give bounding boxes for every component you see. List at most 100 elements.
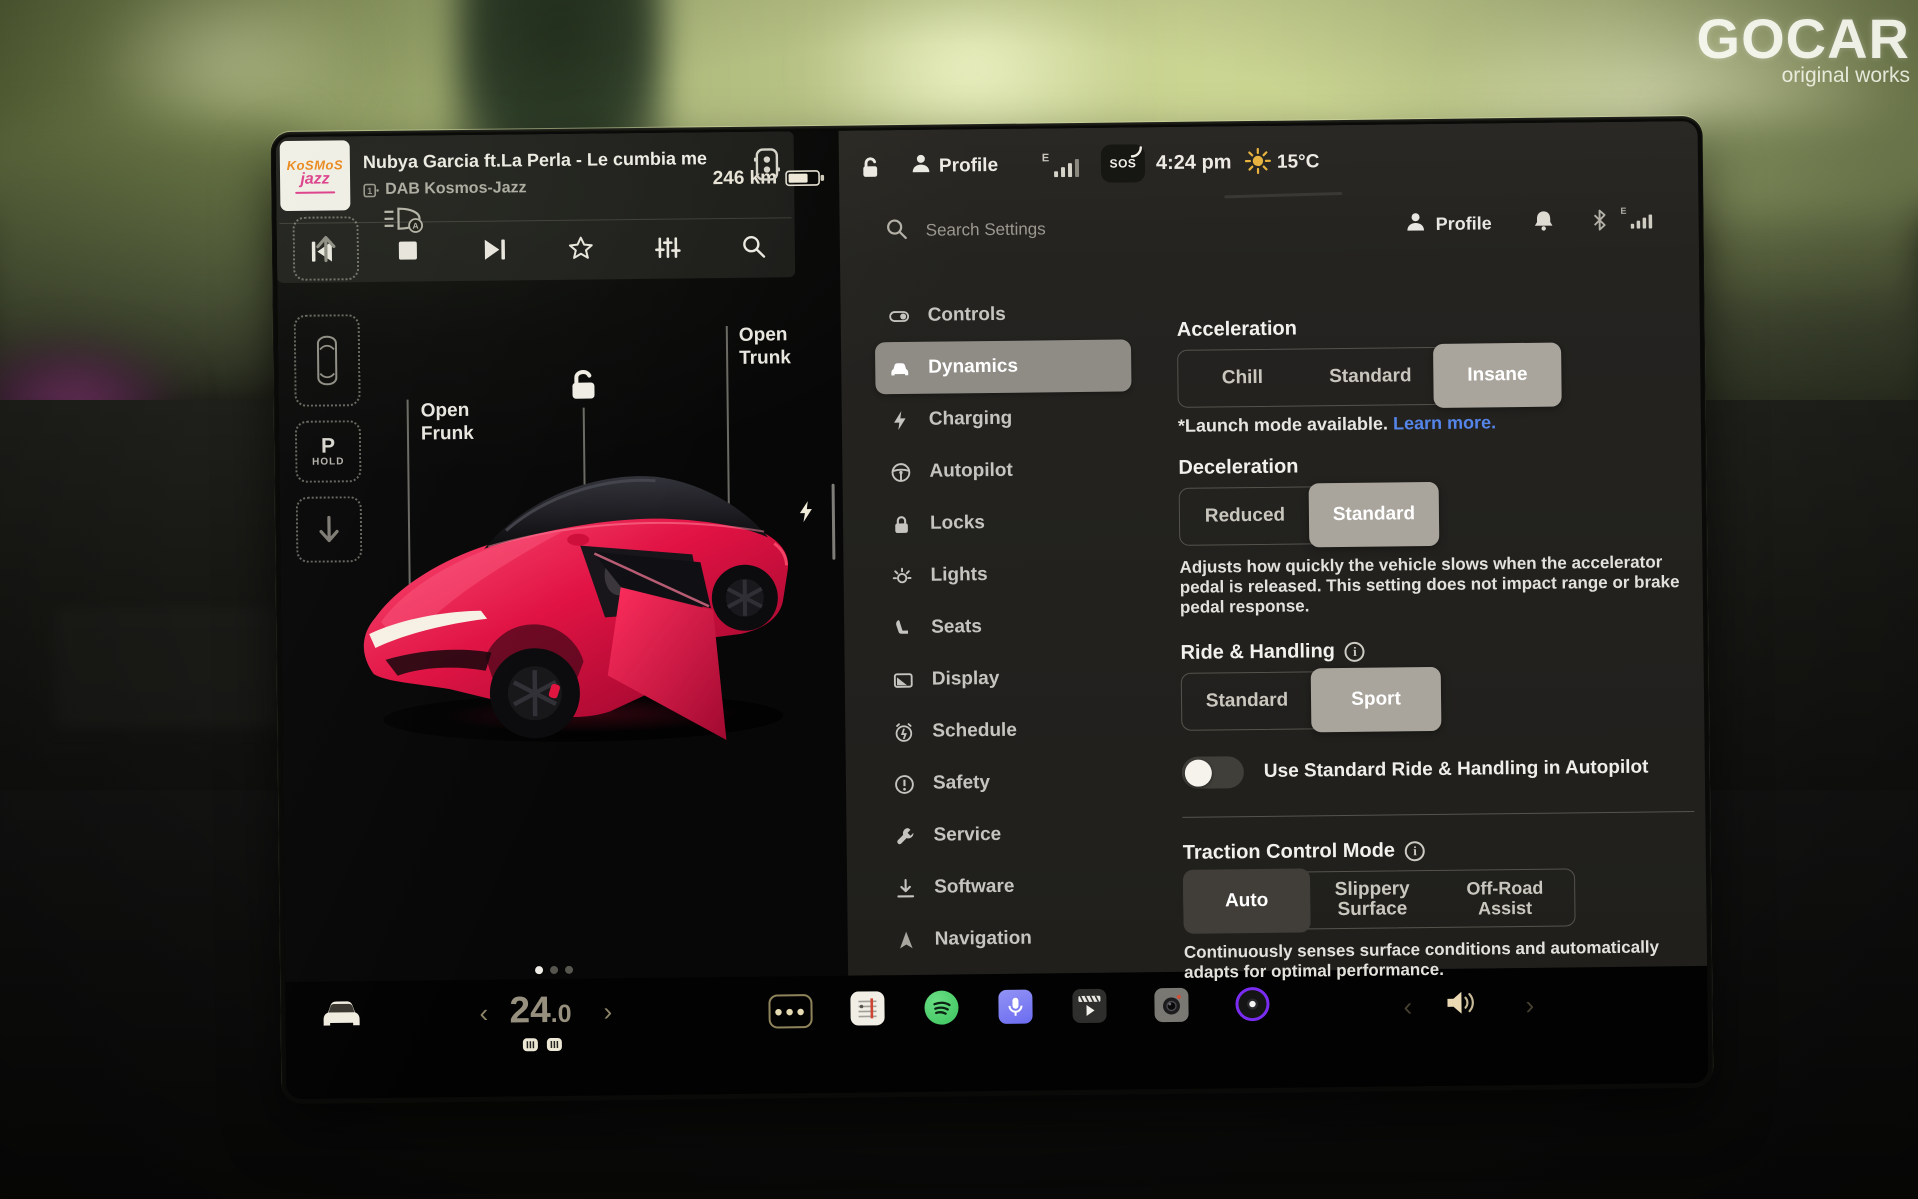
notifications-bell-icon[interactable]: [1533, 210, 1553, 237]
clock: 4:24 pm: [1156, 151, 1232, 175]
header-signal-icon: [1631, 213, 1653, 233]
gear-hold-label: HOLD: [312, 456, 344, 467]
next-track-button[interactable]: [477, 234, 511, 264]
sidebar-item-seats[interactable]: Seats: [878, 599, 1135, 654]
sidebar-item-locks[interactable]: Locks: [877, 495, 1134, 550]
page-dot-active[interactable]: [535, 966, 543, 974]
sos-label: SOS: [1109, 156, 1136, 170]
sidebar-item-autopilot[interactable]: Autopilot: [876, 443, 1133, 498]
signal-bars-icon: [1054, 159, 1080, 182]
profile-label[interactable]: Profile: [939, 155, 998, 178]
settings-header: Search Settings Profile E: [839, 195, 1702, 263]
page-dot[interactable]: [550, 966, 558, 974]
seat-icon: [892, 617, 913, 638]
ride-option-sport[interactable]: Sport: [1311, 667, 1442, 732]
lens-app-icon[interactable]: [1235, 987, 1269, 1021]
header-network-mode: E: [1620, 206, 1626, 216]
traction-title: Traction Control Mode i: [1183, 836, 1708, 865]
profile-icon[interactable]: [911, 153, 931, 179]
bluetooth-icon[interactable]: [1591, 209, 1607, 236]
traction-option-offroad[interactable]: Off-Road Assist: [1435, 869, 1574, 927]
panel-scrollbar[interactable]: [832, 484, 836, 560]
radio-app-icon[interactable]: [850, 991, 884, 1025]
display-icon: [893, 669, 914, 690]
acceleration-option-chill[interactable]: Chill: [1178, 349, 1307, 406]
deceleration-option-reduced[interactable]: Reduced: [1180, 487, 1311, 544]
volume-button[interactable]: [1445, 988, 1479, 1021]
karaoke-app-icon[interactable]: [998, 990, 1032, 1024]
wrench-icon: [894, 825, 915, 846]
sidebar-item-service[interactable]: Service: [880, 807, 1137, 862]
equalizer-button[interactable]: [650, 232, 684, 262]
steering-wheel-icon: [890, 461, 911, 482]
album-art[interactable]: KoSMoS jazz: [280, 140, 351, 211]
sidebar-item-lights[interactable]: Lights: [877, 547, 1134, 602]
car-render: [355, 457, 800, 752]
page-indicator[interactable]: [535, 966, 573, 974]
ride-option-standard[interactable]: Standard: [1182, 672, 1313, 729]
sidebar-item-display[interactable]: Display: [878, 651, 1135, 706]
download-icon: [895, 877, 916, 898]
lightning-icon: [890, 409, 911, 430]
dab-multiplex-icon[interactable]: [754, 147, 780, 186]
infotainment-screen: 246 km A: [276, 121, 1709, 1099]
all-apps-button[interactable]: ●●●: [768, 994, 812, 1028]
sidebar-item-safety[interactable]: Safety: [880, 755, 1137, 810]
sidebar-label: Seats: [931, 616, 982, 639]
deceleration-title: Deceleration: [1178, 451, 1703, 480]
outside-temperature: 15°C: [1277, 151, 1320, 173]
vehicle-status-panel: 246 km A: [276, 131, 849, 982]
favorite-star-button[interactable]: [564, 233, 598, 263]
sidebar-item-dynamics[interactable]: Dynamics: [875, 339, 1132, 394]
deceleration-segmented-control: Reduced Standard: [1179, 485, 1440, 546]
stop-button[interactable]: [391, 235, 425, 265]
sidebar-item-software[interactable]: Software: [881, 859, 1138, 914]
page-dot[interactable]: [565, 966, 573, 974]
sos-button[interactable]: SOS: [1101, 144, 1145, 182]
header-profile-icon[interactable]: [1406, 211, 1426, 237]
sidebar-label: Safety: [933, 772, 990, 795]
sidebar-item-schedule[interactable]: Schedule: [879, 703, 1136, 758]
temp-up-chevron[interactable]: ›: [603, 998, 612, 1024]
open-trunk-control[interactable]: Open Trunk: [726, 323, 804, 370]
ride-handling-title: Ride & Handling i: [1180, 636, 1705, 665]
deceleration-option-standard[interactable]: Standard: [1309, 482, 1440, 547]
cabin-temperature[interactable]: 24.0: [509, 989, 571, 1032]
search-input[interactable]: Search Settings: [926, 219, 1046, 240]
traction-option-auto[interactable]: Auto: [1183, 868, 1310, 933]
charge-port-icon[interactable]: [799, 501, 814, 527]
gear-down-arrow[interactable]: [296, 496, 363, 563]
media-prev-chevron[interactable]: ‹: [1403, 991, 1412, 1022]
section-divider: [1182, 811, 1694, 818]
learn-more-link[interactable]: Learn more.: [1393, 412, 1496, 433]
gear-park-hold[interactable]: P HOLD: [295, 420, 362, 483]
gear-up-arrow[interactable]: [292, 216, 359, 281]
sidebar-label: Service: [933, 824, 1001, 847]
sidebar-label: Charging: [929, 408, 1013, 431]
vehicle-topview-icon: [294, 314, 361, 407]
info-icon[interactable]: i: [1345, 641, 1365, 661]
dock-car-button[interactable]: [319, 999, 363, 1034]
info-icon[interactable]: i: [1405, 841, 1425, 861]
unlocked-icon[interactable]: [860, 156, 881, 182]
acceleration-option-standard[interactable]: Standard: [1306, 348, 1435, 405]
sidebar-item-charging[interactable]: Charging: [876, 391, 1133, 446]
camera-app-icon[interactable]: [1154, 988, 1188, 1022]
temp-down-chevron[interactable]: ‹: [479, 1000, 488, 1026]
media-search-button[interactable]: [737, 231, 771, 261]
sidebar-item-navigation[interactable]: Navigation: [881, 911, 1138, 966]
autopilot-ride-toggle[interactable]: [1182, 756, 1244, 789]
spotify-app-icon[interactable]: [924, 990, 958, 1024]
sidebar-item-controls[interactable]: Controls: [874, 287, 1131, 342]
seat-heater-indicators[interactable]: [522, 1037, 563, 1052]
open-frunk-control[interactable]: Open Frunk: [406, 391, 485, 446]
header-profile-label[interactable]: Profile: [1436, 213, 1492, 235]
station-logo-underline: [295, 191, 335, 193]
theater-app-icon[interactable]: [1072, 989, 1106, 1023]
media-next-chevron[interactable]: ›: [1525, 990, 1534, 1021]
gear-park-label: P: [321, 436, 335, 456]
svg-text:A: A: [412, 221, 418, 231]
traction-option-slippery[interactable]: Slippery Surface: [1309, 871, 1436, 928]
acceleration-option-insane[interactable]: Insane: [1433, 343, 1562, 408]
unlock-icon[interactable]: [568, 367, 598, 406]
